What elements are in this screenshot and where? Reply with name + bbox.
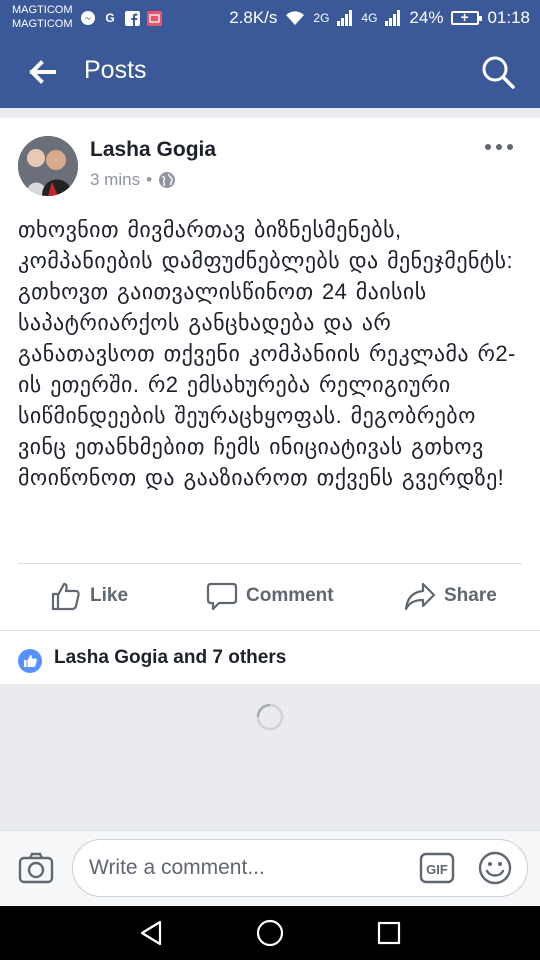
comment-button[interactable]: Comment — [206, 580, 334, 612]
post-meta: 3 mins • — [90, 170, 176, 190]
network-speed: 2.8K/s — [229, 8, 278, 27]
comment-icon — [206, 582, 238, 611]
nav-home-icon[interactable] — [254, 917, 286, 949]
battery-percent: 24% — [409, 8, 444, 27]
network-1-label: 2G — [313, 11, 330, 25]
nav-back-icon[interactable] — [136, 918, 166, 948]
loading-spinner — [256, 703, 284, 731]
comment-placeholder: Write a comment... — [89, 856, 265, 879]
more-icon[interactable] — [484, 142, 514, 152]
search-icon[interactable] — [480, 54, 516, 90]
like-icon — [51, 582, 80, 611]
page-title: Posts — [84, 56, 147, 84]
gallery-icon — [146, 10, 162, 26]
avatar[interactable] — [18, 136, 78, 196]
signal-2-icon — [385, 10, 401, 26]
globe-icon — [159, 172, 176, 188]
battery-icon: + — [451, 9, 483, 25]
wifi-icon — [286, 11, 305, 25]
notification-icons: G — [80, 10, 162, 26]
google-icon: G — [105, 11, 115, 25]
signal-1-icon — [337, 10, 353, 26]
like-reaction-icon — [18, 649, 42, 673]
app-bar: Posts — [0, 36, 540, 108]
share-button[interactable]: Share — [404, 580, 497, 612]
share-label: Share — [444, 585, 497, 606]
messenger-icon — [80, 10, 96, 26]
post-text: თხოვნით მივმართავ ბიზნესმენებს, კომპანიე… — [18, 217, 516, 490]
gif-icon[interactable]: GIF — [419, 852, 455, 884]
meta-separator: • — [146, 170, 153, 189]
back-arrow-icon[interactable] — [24, 54, 60, 90]
comment-composer: Write a comment... GIF — [0, 830, 540, 906]
like-button[interactable]: Like — [50, 580, 128, 612]
comment-input[interactable]: Write a comment... GIF — [72, 839, 528, 897]
share-icon — [404, 582, 436, 611]
carrier-labels: MAGTICOM MAGTICOM — [12, 3, 73, 31]
comment-label: Comment — [246, 585, 334, 606]
post-actions: Like Comment Share — [0, 568, 540, 626]
carrier-1: MAGTICOM — [12, 4, 73, 16]
status-bar: MAGTICOM MAGTICOM G 2.8K/s 2G 4G 24% + 0… — [0, 0, 540, 36]
comments-area — [0, 684, 540, 830]
facebook-icon — [124, 10, 140, 26]
clock: 01:18 — [487, 8, 530, 27]
status-right: 2.8K/s 2G 4G 24% + 01:18 — [229, 8, 530, 28]
post-card: Lasha Gogia 3 mins • თხოვნით მივმართავ ბ… — [0, 118, 540, 684]
divider — [18, 563, 522, 564]
post-time: 3 mins — [90, 170, 141, 189]
emoji-icon[interactable] — [477, 850, 513, 886]
post-author[interactable]: Lasha Gogia — [90, 138, 216, 162]
system-nav-bar — [0, 906, 540, 960]
nav-recent-apps-icon[interactable] — [374, 918, 404, 948]
svg-text:GIF: GIF — [426, 862, 448, 877]
carrier-2: MAGTICOM — [12, 18, 73, 30]
camera-icon[interactable] — [18, 851, 54, 885]
reactions-summary: Lasha Gogia and 7 others — [54, 647, 287, 668]
network-2-label: 4G — [361, 11, 378, 25]
like-label: Like — [90, 585, 129, 606]
reactions-bar[interactable]: Lasha Gogia and 7 others — [0, 630, 540, 684]
